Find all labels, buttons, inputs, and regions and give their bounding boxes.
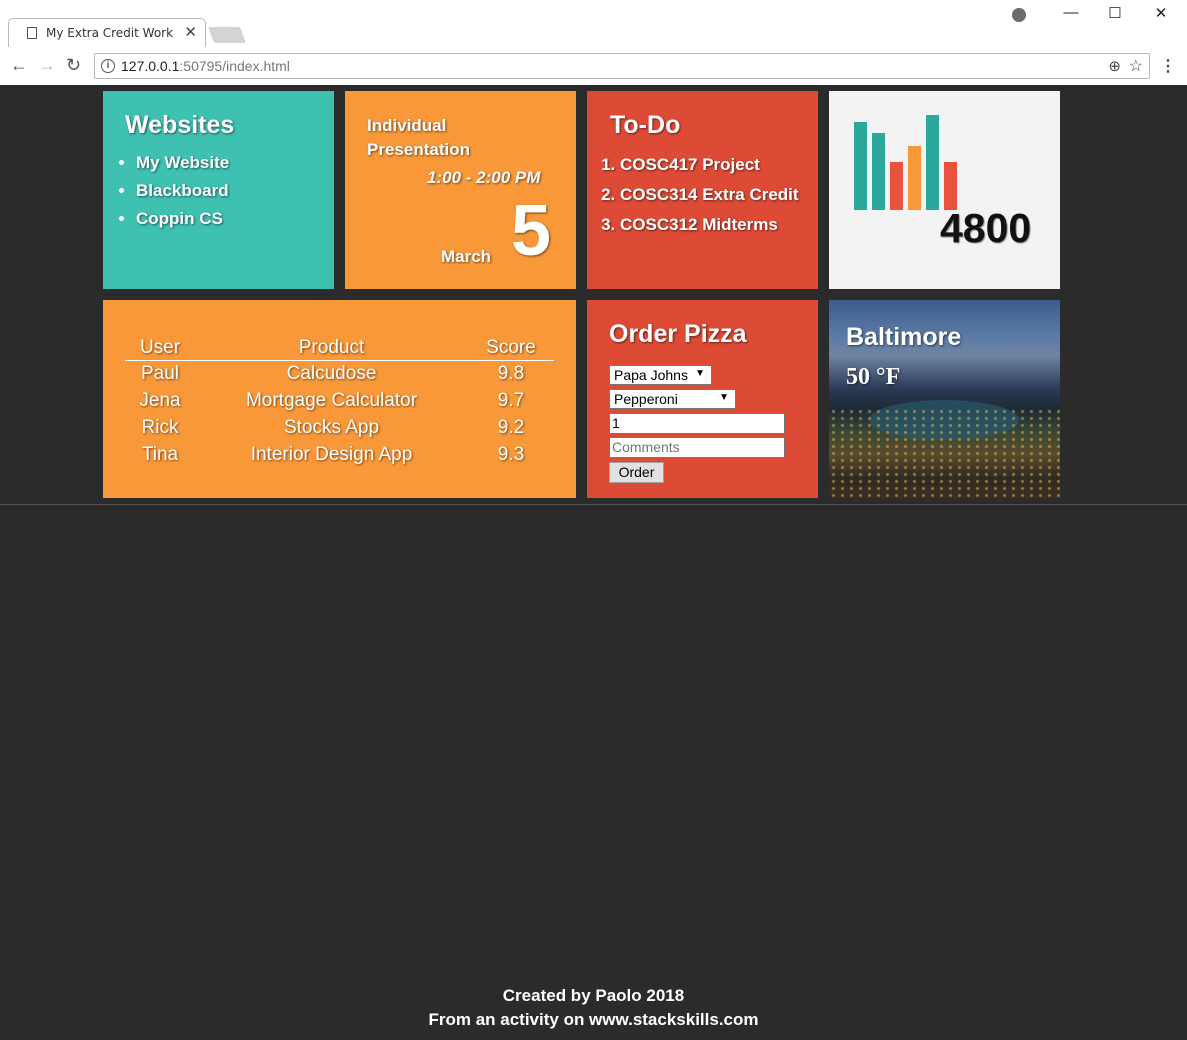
maximize-icon[interactable]: ☐ — [1105, 4, 1125, 22]
dropdown-arrow-icon: ▼ — [719, 392, 729, 403]
todo-item: COSC314 Extra Credit — [620, 183, 810, 207]
stats-bar — [854, 122, 867, 210]
presentation-time: 1:00 - 2:00 PM — [427, 168, 541, 187]
browser-toolbar: ← → ↻ i 127.0.0.1:50795/index.html ⊕ ☆ ⋮ — [0, 47, 1187, 85]
url-path: :50795/index.html — [179, 58, 290, 74]
info-icon[interactable]: i — [101, 59, 115, 73]
presentation-tile: Individual Presentation 1:00 - 2:00 PM M… — [345, 91, 576, 289]
scores-tile: User Product Score Paul Calcudose 9.8 Je… — [103, 300, 576, 498]
stats-bar — [890, 162, 903, 210]
stats-bar — [944, 162, 957, 210]
tab-strip: My Extra Credit Work ✕ — ☐ ✕ — [0, 0, 1187, 47]
table-row: Jena Mortgage Calculator 9.7 — [125, 388, 554, 415]
todo-list: COSC417 Project COSC314 Extra Credit COS… — [620, 153, 810, 243]
new-tab-button[interactable] — [208, 27, 246, 43]
comments-input[interactable]: Comments — [609, 437, 785, 458]
tab-title: My Extra Credit Work — [46, 26, 174, 40]
websites-list: My Website Blackboard Coppin CS — [136, 153, 229, 237]
stats-tile: 4800 — [829, 91, 1060, 289]
cell-user: Rick — [141, 417, 179, 438]
scores-table: User Product Score Paul Calcudose 9.8 Je… — [125, 336, 554, 469]
cell-product: Stocks App — [283, 417, 380, 438]
table-row: Rick Stocks App 9.2 — [125, 415, 554, 442]
stats-bar — [926, 115, 939, 210]
reload-icon[interactable]: ↻ — [66, 55, 81, 76]
page-icon — [27, 27, 37, 39]
stats-value: 4800 — [940, 205, 1032, 251]
url-host: 127.0.0.1 — [121, 58, 180, 74]
cell-product: Interior Design App — [250, 444, 413, 465]
city-lights — [829, 408, 1060, 498]
city-name: Baltimore — [846, 323, 962, 351]
quantity-input[interactable]: 1 — [609, 413, 785, 434]
cell-score: 9.7 — [497, 390, 525, 411]
close-tab-icon[interactable]: ✕ — [184, 23, 197, 41]
cell-user: Tina — [141, 444, 179, 465]
store-select-value: Papa Johns — [614, 367, 688, 383]
store-select[interactable]: Papa Johns ▼ — [609, 365, 712, 385]
table-header-row: User Product Score — [125, 336, 554, 361]
bookmark-star-icon[interactable]: ☆ — [1129, 56, 1143, 76]
websites-title: Websites — [125, 111, 235, 139]
pizza-title: Order Pizza — [609, 320, 747, 348]
forward-arrow-icon[interactable]: → — [38, 55, 56, 76]
presentation-month: March — [441, 247, 492, 266]
address-bar[interactable]: i 127.0.0.1:50795/index.html ⊕ ☆ — [94, 53, 1150, 79]
zoom-icon[interactable]: ⊕ — [1108, 57, 1121, 75]
topping-select-value: Pepperoni — [614, 391, 678, 407]
stats-bar — [908, 146, 921, 210]
table-row: Paul Calcudose 9.8 — [125, 361, 554, 389]
table-row: Tina Interior Design App 9.3 — [125, 442, 554, 469]
footer-credit: Created by Paolo 2018 — [502, 986, 685, 1005]
stats-bar — [872, 133, 885, 210]
dropdown-arrow-icon: ▼ — [695, 368, 705, 379]
order-button[interactable]: Order — [609, 462, 664, 483]
cell-score: 9.8 — [497, 363, 525, 384]
cell-product: Mortgage Calculator — [245, 390, 418, 411]
presentation-day: 5 — [511, 191, 552, 271]
todo-title: To-Do — [610, 111, 681, 139]
link-coppin-cs[interactable]: Coppin CS — [136, 209, 229, 229]
cell-user: Paul — [140, 363, 180, 384]
browser-menu-icon[interactable]: ⋮ — [1160, 56, 1176, 76]
url-text: 127.0.0.1:50795/index.html — [121, 58, 290, 74]
topping-select[interactable]: Pepperoni ▼ — [609, 389, 736, 409]
todo-item: COSC312 Midterms — [620, 213, 810, 237]
back-arrow-icon[interactable]: ← — [10, 55, 28, 76]
todo-tile: To-Do COSC417 Project COSC314 Extra Cred… — [587, 91, 818, 289]
order-pizza-tile: Order Pizza Papa Johns ▼ Pepperoni ▼ 1 C… — [587, 300, 818, 498]
link-blackboard[interactable]: Blackboard — [136, 181, 229, 201]
account-icon[interactable] — [1012, 8, 1026, 22]
header-product: Product — [195, 336, 468, 361]
divider — [0, 504, 1187, 505]
browser-tab[interactable]: My Extra Credit Work ✕ — [8, 18, 206, 47]
minimize-icon[interactable]: — — [1061, 4, 1081, 21]
presentation-title: Individual Presentation — [367, 116, 470, 159]
header-user: User — [125, 336, 195, 361]
city-temperature: 50 °F — [846, 364, 901, 390]
cell-score: 9.2 — [497, 417, 525, 438]
cell-user: Jena — [139, 390, 181, 411]
websites-tile: Websites My Website Blackboard Coppin CS — [103, 91, 334, 289]
close-window-icon[interactable]: ✕ — [1151, 4, 1171, 22]
todo-item: COSC417 Project — [620, 153, 810, 177]
cell-score: 9.3 — [497, 444, 525, 465]
weather-tile: Baltimore 50 °F — [829, 300, 1060, 498]
cell-product: Calcudose — [286, 363, 377, 384]
header-score: Score — [468, 336, 554, 361]
browser-chrome: My Extra Credit Work ✕ — ☐ ✕ ← → ↻ i 127… — [0, 0, 1187, 85]
link-my-website[interactable]: My Website — [136, 153, 229, 173]
footer-source: From an activity on www.stackskills.com — [428, 1010, 759, 1029]
